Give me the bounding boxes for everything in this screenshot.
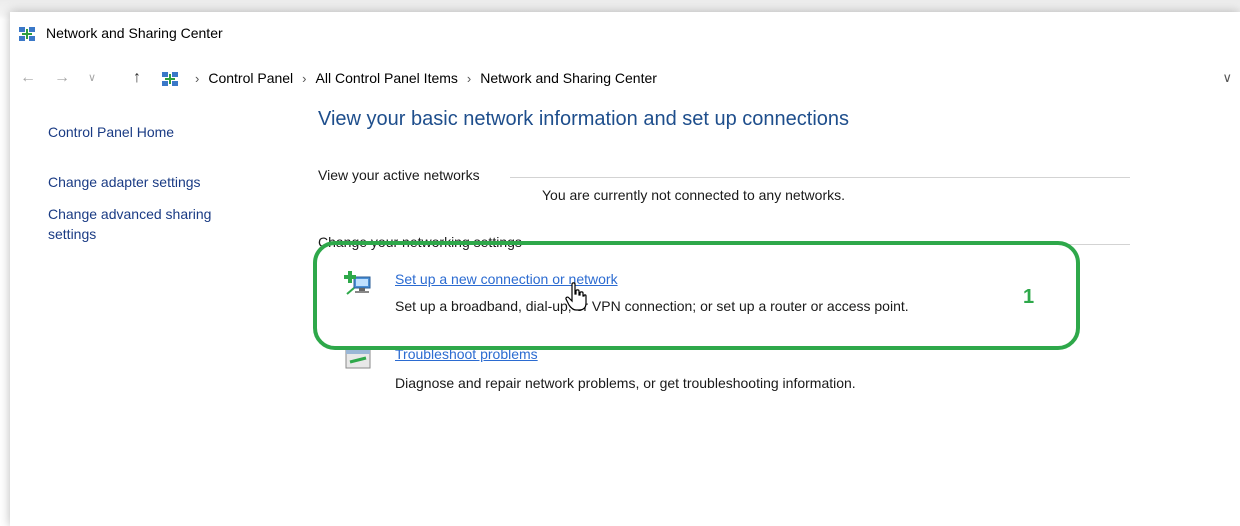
sidebar-item-advanced-sharing[interactable]: Change advanced sharing settings [48,204,248,244]
breadcrumb-separator-icon: › [195,71,200,86]
address-dropdown-icon[interactable]: ∨ [1222,70,1232,86]
hand-cursor-icon [565,282,587,312]
breadcrumb-network-sharing[interactable]: Network and Sharing Center [480,70,657,86]
connection-status: You are currently not connected to any n… [542,187,845,203]
sidebar-item-adapter-settings[interactable]: Change adapter settings [48,172,268,192]
explorer-window: Network and Sharing Center ← → ∨ ↑ › Cont… [10,12,1240,526]
title-bar[interactable]: Network and Sharing Center [10,12,1240,56]
arrow-left-icon[interactable]: ← [20,68,36,88]
chevron-down-icon[interactable]: ∨ [88,68,96,88]
troubleshoot-description: Diagnose and repair network problems, or… [395,375,856,391]
breadcrumb-separator-icon: › [302,71,307,86]
breadcrumb: › Control Panel › All Control Panel Items › N… [186,70,657,86]
annotation-highlight [313,241,1080,350]
active-networks-heading: View your active networks [318,167,488,183]
sidebar-item-control-panel-home[interactable]: Control Panel Home [48,122,268,142]
divider [510,177,1130,178]
breadcrumb-control-panel[interactable]: Control Panel [208,70,293,86]
page-title: View your basic network information and … [318,108,850,130]
arrow-up-icon[interactable]: ↑ [133,68,141,88]
breadcrumb-separator-icon: › [466,71,472,86]
annotation-step-number: 1 [1023,286,1035,308]
address-bar: ← → ∨ ↑ › Control Panel › All Control Panel… [10,64,1240,94]
window-title: Network and Sharing Center [46,25,223,41]
troubleshoot-icon [344,347,374,373]
sidebar: Control Panel Home Change adapter settin… [48,122,268,244]
control-panel-icon [161,71,179,87]
breadcrumb-all-items[interactable]: All Control Panel Items [316,70,458,86]
arrow-right-icon[interactable]: → [54,68,70,88]
network-sharing-icon [18,26,36,42]
